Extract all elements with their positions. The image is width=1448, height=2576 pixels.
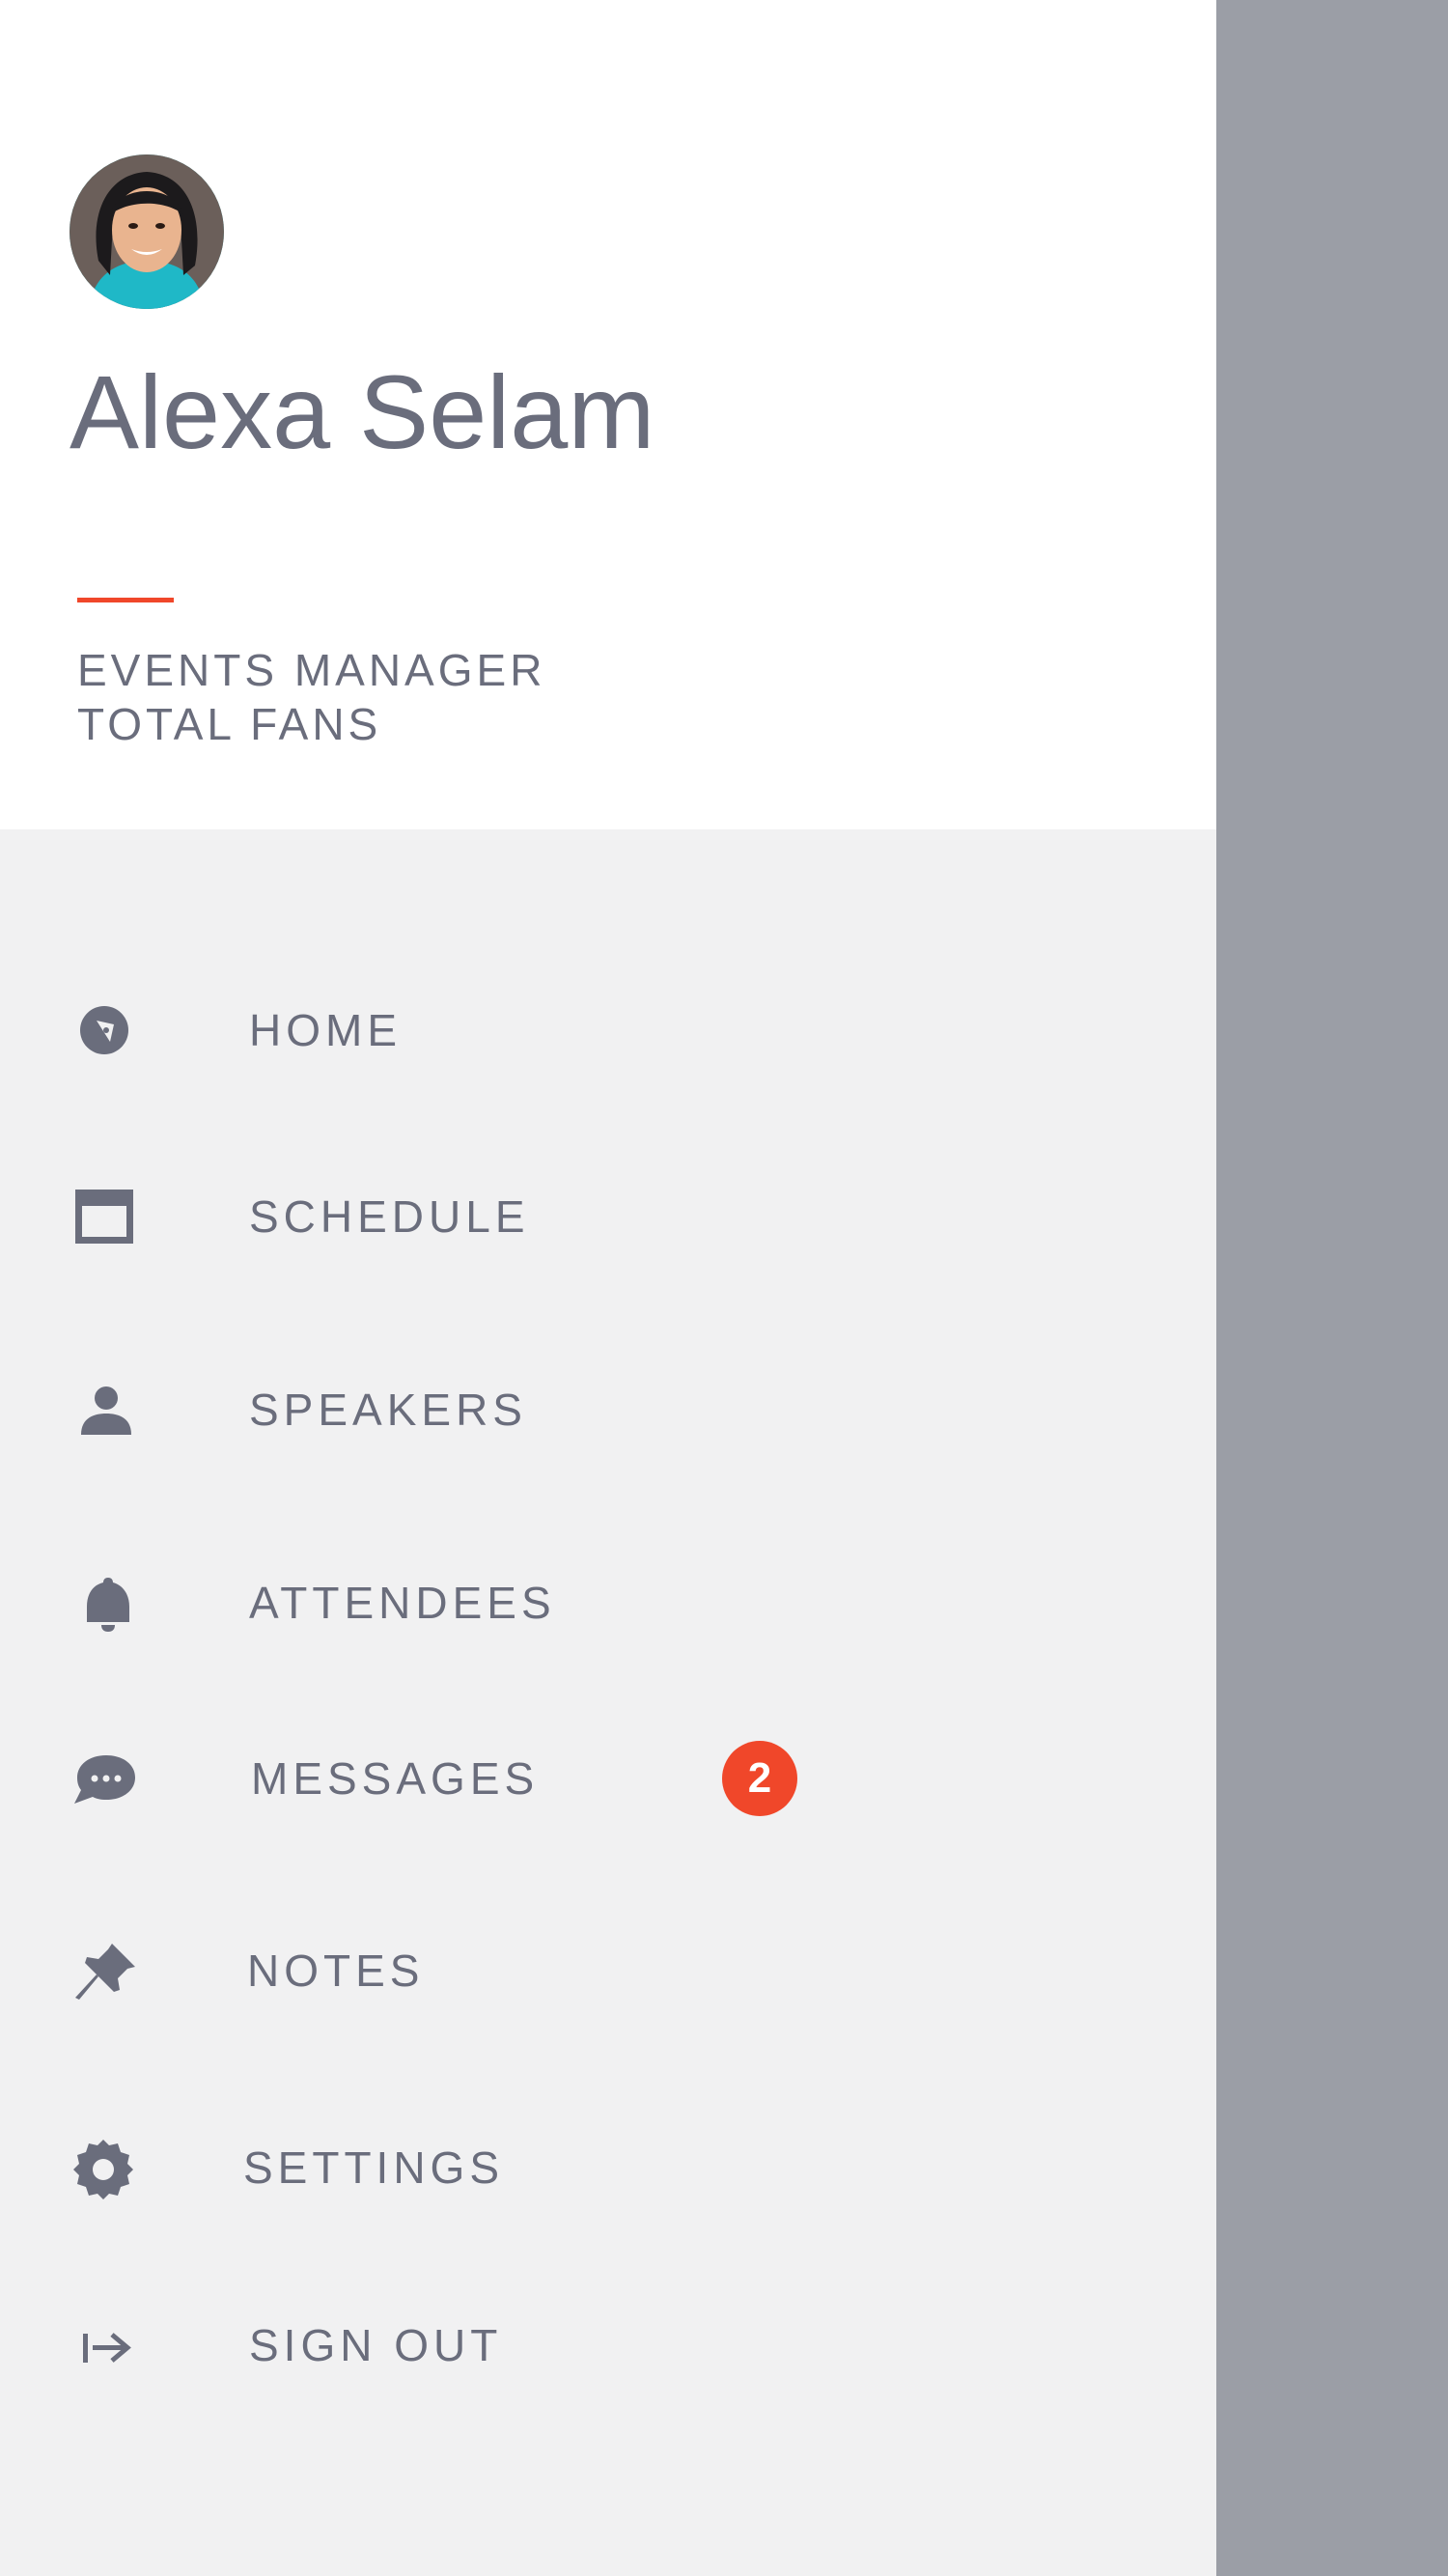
nav-label-attendees: ATTENDEES [249, 1578, 556, 1628]
nav-label-notes: NOTES [247, 1946, 425, 1996]
calendar-icon [70, 1182, 139, 1251]
nav-label-home: HOME [249, 1005, 402, 1055]
nav-item-home[interactable]: HOME [0, 958, 1216, 1103]
avatar[interactable] [70, 154, 224, 309]
nav-item-speakers[interactable]: SPEAKERS [0, 1337, 1216, 1482]
nav-item-attendees[interactable]: ATTENDEES [0, 1530, 1216, 1675]
app-root: Alexa Selam EVENTS MANAGER TOTAL FANS HO… [0, 0, 1448, 2576]
profile-header: Alexa Selam EVENTS MANAGER TOTAL FANS [0, 0, 1216, 829]
person-icon [70, 1375, 139, 1444]
nav-label-sign-out: SIGN OUT [249, 2320, 503, 2370]
nav-label-schedule: SCHEDULE [249, 1191, 530, 1242]
nav-item-notes[interactable]: NOTES [0, 1898, 1216, 2043]
drawer-scrim[interactable] [1216, 0, 1448, 2576]
accent-divider [77, 598, 174, 602]
nav-label-messages: MESSAGES [251, 1753, 540, 1804]
messages-count-badge: 2 [722, 1741, 797, 1816]
nav-item-schedule[interactable]: SCHEDULE [0, 1144, 1216, 1289]
nav-item-sign-out[interactable]: SIGN OUT [0, 2273, 1216, 2418]
nav-label-settings: SETTINGS [243, 2142, 505, 2193]
sign-out-icon [70, 2310, 139, 2380]
chat-icon [70, 1744, 139, 1813]
profile-role: EVENTS MANAGER [77, 645, 546, 695]
nav-label-speakers: SPEAKERS [249, 1385, 527, 1435]
nav-item-settings[interactable]: SETTINGS [0, 2095, 1216, 2240]
profile-fans: TOTAL FANS [77, 699, 382, 749]
profile-name: Alexa Selam [70, 353, 655, 470]
compass-icon [70, 995, 139, 1065]
bell-icon [70, 1568, 139, 1638]
nav-item-messages[interactable]: MESSAGES 2 [0, 1706, 1216, 1851]
pin-icon [70, 1936, 139, 2005]
gear-icon [70, 2133, 139, 2202]
navigation-drawer: Alexa Selam EVENTS MANAGER TOTAL FANS HO… [0, 0, 1216, 2576]
